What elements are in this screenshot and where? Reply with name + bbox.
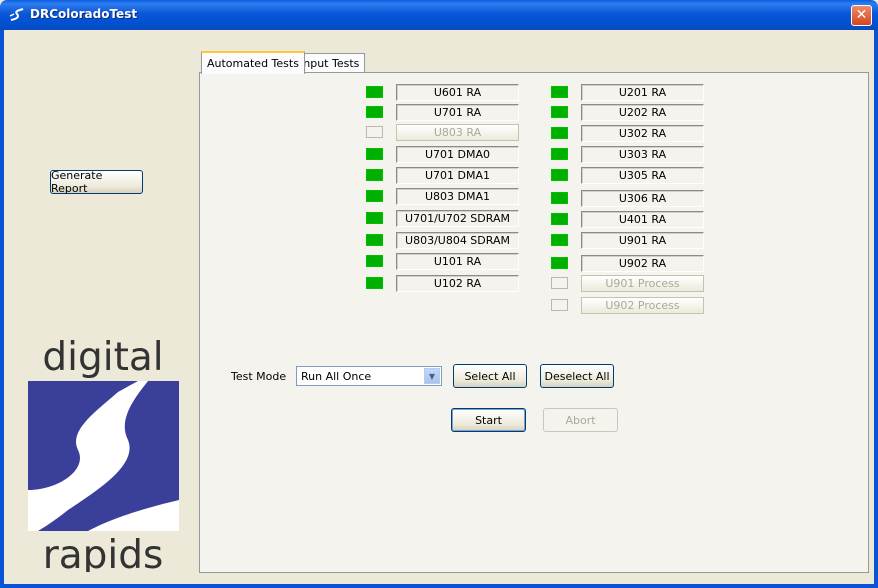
close-button[interactable]: ✕ (851, 5, 872, 26)
test-label[interactable]: U902 Process (581, 297, 704, 314)
test-label: U305 RA (581, 167, 704, 184)
test-label[interactable]: U901 Process (581, 275, 704, 292)
select-all-button[interactable]: Select All (453, 364, 527, 388)
window-title: DRColoradoTest (30, 7, 138, 21)
test-label: U303 RA (581, 146, 704, 163)
test-label: U306 RA (581, 190, 704, 207)
test-label: U302 RA (581, 125, 704, 142)
status-led[interactable] (366, 148, 383, 160)
start-button[interactable]: Start (451, 408, 526, 432)
status-led[interactable] (551, 299, 568, 311)
test-mode-select[interactable]: Run All Once ▼ (296, 366, 442, 386)
status-led[interactable] (551, 148, 568, 160)
chevron-down-icon[interactable]: ▼ (424, 368, 440, 384)
test-mode-value: Run All Once (301, 370, 372, 383)
test-label: U701 DMA0 (396, 146, 519, 163)
status-led[interactable] (551, 257, 568, 269)
close-icon: ✕ (855, 7, 868, 23)
title-bar: DRColoradoTest ✕ (0, 0, 878, 30)
status-led[interactable] (366, 190, 383, 202)
test-label: U701 DMA1 (396, 167, 519, 184)
test-label: U803 DMA1 (396, 188, 519, 205)
logo-bottom-text: rapids (43, 533, 164, 572)
logo-top-text: digital (42, 340, 163, 380)
status-led[interactable] (366, 126, 383, 138)
status-led[interactable] (551, 169, 568, 181)
status-led[interactable] (551, 127, 568, 139)
test-label: U201 RA (581, 84, 704, 101)
app-icon (9, 8, 24, 21)
test-label: U902 RA (581, 255, 704, 272)
status-led[interactable] (551, 213, 568, 225)
test-label: U701/U702 SDRAM (396, 210, 519, 227)
test-label: U401 RA (581, 211, 704, 228)
abort-button[interactable]: Abort (543, 408, 618, 432)
status-led[interactable] (366, 277, 383, 289)
test-label: U901 RA (581, 232, 704, 249)
test-label: U601 RA (396, 84, 519, 101)
status-led[interactable] (551, 192, 568, 204)
status-led[interactable] (366, 212, 383, 224)
status-led[interactable] (551, 234, 568, 246)
status-led[interactable] (551, 277, 568, 289)
test-mode-label: Test Mode (231, 370, 287, 383)
status-led[interactable] (551, 106, 568, 118)
status-led[interactable] (366, 86, 383, 98)
status-led[interactable] (551, 86, 568, 98)
tab-automated-tests[interactable]: Automated Tests (201, 51, 305, 74)
status-led[interactable] (366, 169, 383, 181)
automated-tests-panel (199, 72, 869, 573)
status-led[interactable] (366, 234, 383, 246)
test-label[interactable]: U803 RA (396, 124, 519, 141)
test-label: U202 RA (581, 104, 704, 121)
status-led[interactable] (366, 106, 383, 118)
status-led[interactable] (366, 255, 383, 267)
digital-rapids-logo: digital rapids (28, 340, 179, 572)
test-label: U101 RA (396, 253, 519, 270)
test-label: U102 RA (396, 275, 519, 292)
deselect-all-button[interactable]: Deselect All (540, 364, 614, 388)
generate-report-button[interactable]: Generate Report (50, 169, 143, 195)
test-label: U803/U804 SDRAM (396, 232, 519, 249)
test-label: U701 RA (396, 104, 519, 121)
